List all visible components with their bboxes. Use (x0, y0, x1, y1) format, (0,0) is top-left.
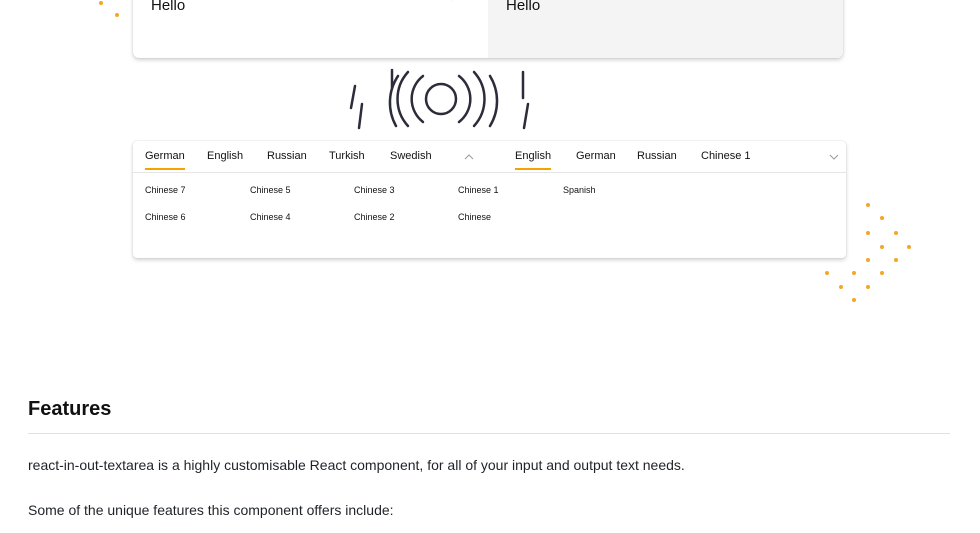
input-pane[interactable]: Hello (133, 0, 488, 58)
tab-input-german[interactable]: German (145, 150, 185, 170)
language-option[interactable]: Chinese 7 (145, 185, 186, 195)
decorative-dot (866, 258, 870, 262)
close-icon[interactable] (450, 0, 464, 2)
tab-input-russian[interactable]: Russian (267, 150, 307, 162)
input-text[interactable]: Hello (151, 0, 185, 14)
language-option[interactable]: Chinese 2 (354, 212, 395, 222)
features-heading: Features (28, 398, 112, 420)
output-pane: Hello (488, 0, 843, 58)
intro-paragraph: react-in-out-textarea is a highly custom… (28, 457, 685, 473)
sound-wave-logo (349, 68, 530, 130)
tab-output-english[interactable]: English (515, 150, 552, 170)
tab-output-german[interactable]: German (576, 150, 616, 162)
decorative-dot (825, 271, 829, 275)
decorative-dot (99, 1, 103, 5)
language-option[interactable]: Spanish (563, 185, 596, 195)
features-lead-paragraph: Some of the unique features this compone… (28, 502, 394, 518)
decorative-dot (866, 231, 870, 235)
tab-output-chinese-1[interactable]: Chinese 1 (701, 150, 751, 162)
decorative-dot (866, 203, 870, 207)
decorative-dot (894, 258, 898, 262)
language-option[interactable]: Chinese 1 (458, 185, 499, 195)
decorative-dot (880, 245, 884, 249)
decorative-dot (880, 216, 884, 220)
output-text: Hello (506, 0, 541, 14)
decorative-dot (852, 271, 856, 275)
language-picker-card: German English Russian Turkish Swedish E… (133, 141, 846, 258)
language-option[interactable]: Chinese 5 (250, 185, 291, 195)
chevron-up-icon[interactable] (464, 154, 474, 160)
decorative-dot (115, 13, 119, 17)
heading-divider (28, 433, 950, 434)
tab-output-russian[interactable]: Russian (637, 150, 677, 162)
decorative-dot (839, 285, 843, 289)
tab-input-english[interactable]: English (207, 150, 243, 162)
decorative-dot (880, 271, 884, 275)
language-tab-bar: German English Russian Turkish Swedish E… (133, 141, 846, 173)
language-option[interactable]: Chinese 3 (354, 185, 395, 195)
decorative-dot (866, 285, 870, 289)
in-out-textarea-preview: Hello Hello (133, 0, 843, 58)
language-option[interactable]: Chinese 6 (145, 212, 186, 222)
chevron-down-icon[interactable] (829, 154, 839, 160)
language-option[interactable]: Chinese (458, 212, 491, 222)
tab-input-turkish[interactable]: Turkish (329, 150, 365, 162)
tab-input-swedish[interactable]: Swedish (390, 150, 432, 162)
language-option[interactable]: Chinese 4 (250, 212, 291, 222)
decorative-dot (894, 231, 898, 235)
decorative-dot (852, 298, 856, 302)
decorative-dot (907, 245, 911, 249)
